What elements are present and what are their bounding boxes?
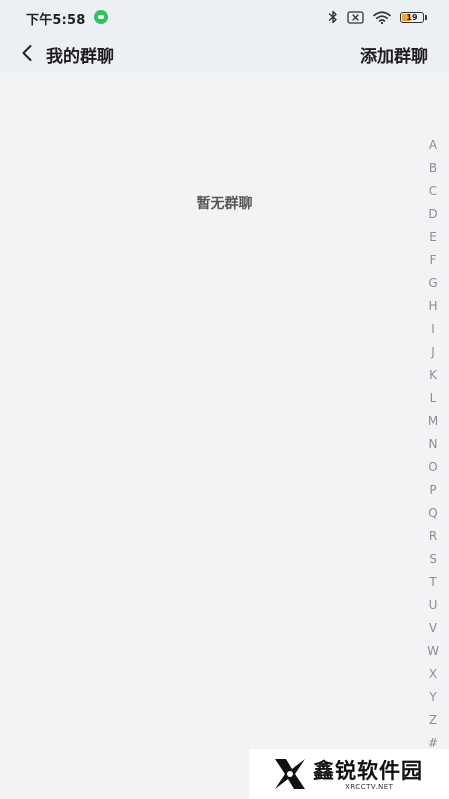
x-logo-icon bbox=[275, 759, 305, 789]
index-letter-k[interactable]: K bbox=[429, 364, 437, 387]
wifi-icon bbox=[373, 10, 391, 24]
index-letter-o[interactable]: O bbox=[428, 456, 437, 479]
sim-off-icon bbox=[347, 10, 364, 24]
index-letter-y[interactable]: Y bbox=[429, 686, 436, 709]
index-letter-m[interactable]: M bbox=[428, 410, 438, 433]
index-letter-i[interactable]: I bbox=[431, 318, 435, 341]
index-letter-b[interactable]: B bbox=[429, 157, 437, 180]
index-letter-u[interactable]: U bbox=[429, 594, 438, 617]
index-letter-q[interactable]: Q bbox=[428, 502, 437, 525]
empty-state-text: 暂无群聊 bbox=[196, 196, 253, 212]
index-letter-j[interactable]: J bbox=[431, 341, 435, 364]
status-bar: 下午5:58 19 bbox=[0, 0, 449, 34]
index-letter-h[interactable]: H bbox=[428, 295, 437, 318]
watermark-subtitle: XRCCTV.NET bbox=[345, 783, 394, 791]
index-letter-w[interactable]: W bbox=[427, 640, 439, 663]
watermark: 鑫锐软件园 XRCCTV.NET bbox=[249, 749, 449, 799]
index-letter-a[interactable]: A bbox=[429, 134, 437, 157]
index-letter-r[interactable]: R bbox=[429, 525, 437, 548]
index-letter-s[interactable]: S bbox=[429, 548, 437, 571]
index-letter-d[interactable]: D bbox=[428, 203, 437, 226]
back-button[interactable] bbox=[14, 37, 40, 69]
bluetooth-icon bbox=[328, 10, 337, 24]
page-title: 我的群聊 bbox=[46, 47, 114, 67]
battery-icon: 19 bbox=[400, 11, 424, 23]
status-time: 下午5:58 bbox=[26, 13, 86, 28]
nav-bar: 我的群聊 添加群聊 bbox=[0, 34, 449, 72]
index-letter-l[interactable]: L bbox=[430, 387, 437, 410]
status-icons: 19 bbox=[328, 8, 427, 26]
index-letter-t[interactable]: T bbox=[429, 571, 436, 594]
battery-percentage: 19 bbox=[406, 12, 418, 22]
index-letter-e[interactable]: E bbox=[429, 226, 437, 249]
alphabet-index[interactable]: A B C D E F G H I J K L M N O P Q R S T … bbox=[423, 134, 443, 755]
index-letter-x[interactable]: X bbox=[429, 663, 437, 686]
add-group-button[interactable]: 添加群聊 bbox=[360, 42, 428, 67]
index-letter-v[interactable]: V bbox=[429, 617, 437, 640]
chevron-left-icon bbox=[22, 45, 32, 61]
index-letter-f[interactable]: F bbox=[430, 249, 437, 272]
battery-tip bbox=[425, 14, 427, 20]
index-letter-n[interactable]: N bbox=[429, 433, 438, 456]
chat-notification-icon bbox=[94, 10, 108, 24]
index-letter-g[interactable]: G bbox=[428, 272, 437, 295]
watermark-title: 鑫锐软件园 bbox=[313, 759, 423, 783]
index-letter-p[interactable]: P bbox=[429, 479, 436, 502]
index-letter-c[interactable]: C bbox=[429, 180, 437, 203]
index-letter-z[interactable]: Z bbox=[429, 709, 437, 732]
